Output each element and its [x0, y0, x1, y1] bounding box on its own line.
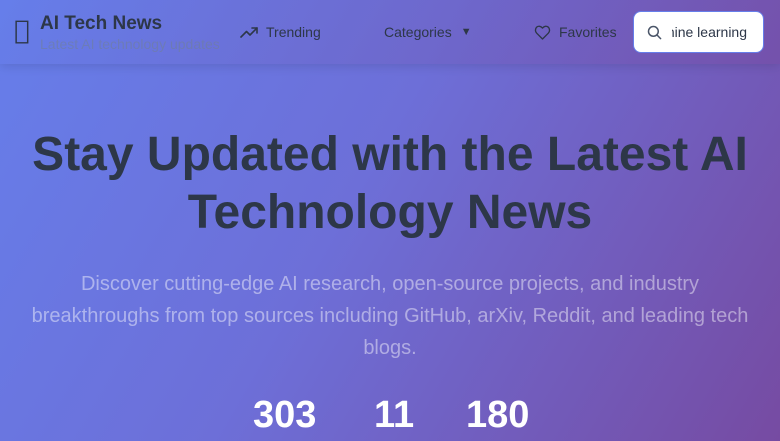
logo-icon[interactable]: 	[14, 14, 30, 48]
search-box[interactable]	[633, 11, 764, 53]
search-input[interactable]	[672, 12, 760, 52]
nav-categories[interactable]: Categories ▼	[384, 22, 472, 42]
nav-trending[interactable]: Trending	[240, 22, 321, 42]
hero-description: Discover cutting-edge AI research, open-…	[31, 273, 749, 359]
trending-up-icon	[240, 27, 258, 38]
stat-value: 180	[466, 394, 530, 436]
heart-icon	[534, 25, 551, 40]
hero-title: Stay Updated with the Latest AI Technolo…	[32, 128, 748, 239]
search-icon	[647, 25, 662, 40]
stat-value: 303	[253, 394, 317, 436]
stat-value: 11	[374, 394, 415, 436]
nav-favorites[interactable]: Favorites	[534, 22, 617, 42]
nav-categories-label: Categories	[384, 24, 452, 40]
brand-title[interactable]: AI Tech News	[40, 13, 162, 35]
top-navbar:  AI Tech News Latest AI technology upda…	[0, 0, 780, 64]
caret-down-icon: ▼	[460, 26, 472, 38]
nav-trending-label: Trending	[266, 24, 321, 40]
nav-favorites-label: Favorites	[559, 24, 617, 40]
brand-subtitle: Latest AI technology updates	[40, 36, 220, 52]
